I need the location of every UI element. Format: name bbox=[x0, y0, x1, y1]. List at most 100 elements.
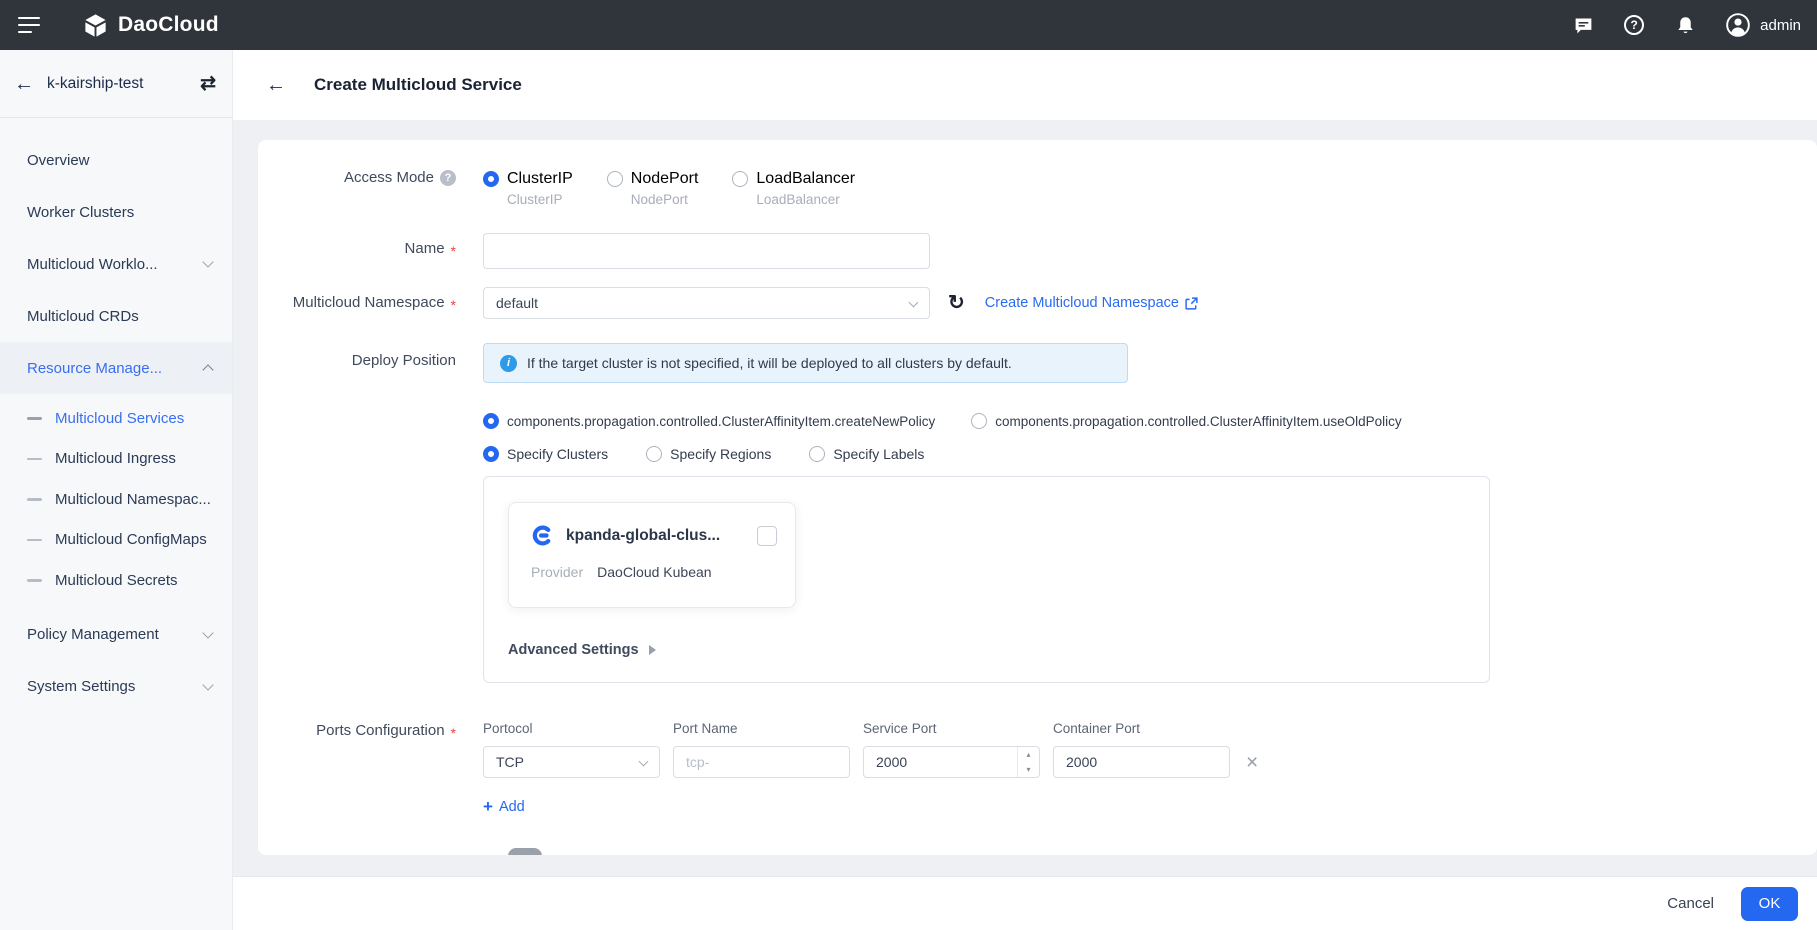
namespace-select[interactable]: default bbox=[483, 287, 930, 319]
sidebar-item-worker-clusters[interactable]: Worker Clusters bbox=[0, 186, 232, 238]
cluster-checkbox[interactable] bbox=[757, 526, 777, 546]
deploy-position-label: Deploy Position bbox=[352, 352, 456, 369]
required-asterisk: * bbox=[451, 722, 456, 741]
sidebar-item-multicloud-workloads[interactable]: Multicloud Worklo... bbox=[0, 238, 232, 290]
cluster-name: kpanda-global-clus... bbox=[566, 527, 720, 545]
access-mode-row: Access Mode ? ClusterIP ClusterIP NodePo… bbox=[258, 168, 1817, 207]
chat-icon[interactable] bbox=[1572, 14, 1594, 36]
sidebar-back-icon[interactable]: ← bbox=[14, 74, 34, 94]
dash-icon bbox=[27, 417, 42, 420]
service-port-column-header: Service Port bbox=[863, 721, 1053, 736]
hamburger-menu-icon[interactable] bbox=[18, 17, 40, 33]
radio-icon bbox=[483, 413, 499, 429]
dash-icon bbox=[27, 458, 42, 461]
external-link-icon bbox=[1185, 297, 1198, 310]
specify-regions-option[interactable]: Specify Regions bbox=[646, 446, 771, 462]
policy-option-use-old[interactable]: components.propagation.controlled.Cluste… bbox=[971, 413, 1401, 429]
question-icon[interactable]: ? bbox=[440, 170, 456, 186]
brand-name: DaoCloud bbox=[118, 13, 219, 37]
create-namespace-link[interactable]: Create Multicloud Namespace bbox=[985, 295, 1198, 311]
user-menu[interactable]: admin bbox=[1725, 12, 1801, 38]
required-asterisk: * bbox=[451, 240, 456, 259]
dash-icon bbox=[27, 498, 42, 501]
cluster-card-kpanda-global[interactable]: kpanda-global-clus... Provider DaoCloud … bbox=[508, 502, 796, 608]
policy-option-create-new[interactable]: components.propagation.controlled.Cluste… bbox=[483, 413, 935, 429]
main-area: ← Create Multicloud Service Access Mode … bbox=[233, 50, 1817, 930]
sidebar-item-policy-management[interactable]: Policy Management bbox=[0, 609, 232, 661]
specify-clusters-option[interactable]: Specify Clusters bbox=[483, 446, 608, 462]
brand-logo[interactable]: DaoCloud bbox=[82, 12, 219, 39]
page-title: Create Multicloud Service bbox=[314, 75, 522, 95]
session-affinity-toggle[interactable] bbox=[508, 848, 542, 855]
switch-cluster-icon[interactable]: ⇄ bbox=[200, 72, 216, 95]
form-footer: Cancel OK bbox=[233, 877, 1817, 930]
chevron-down-icon bbox=[202, 679, 213, 690]
access-mode-option-loadbalancer[interactable]: LoadBalancer LoadBalancer bbox=[732, 170, 855, 207]
sidebar-item-multicloud-crds[interactable]: Multicloud CRDs bbox=[0, 290, 232, 342]
dash-icon bbox=[27, 579, 42, 582]
sidebar-item-multicloud-services[interactable]: Multicloud Services bbox=[0, 398, 232, 439]
radio-icon bbox=[483, 171, 499, 187]
cluster-icon bbox=[531, 524, 554, 547]
radio-icon bbox=[483, 446, 499, 462]
advanced-settings-toggle[interactable]: Advanced Settings bbox=[508, 642, 656, 658]
protocol-select[interactable]: TCP bbox=[483, 746, 660, 778]
chevron-down-icon bbox=[202, 627, 213, 638]
radio-icon bbox=[732, 171, 748, 187]
notifications-bell-icon[interactable] bbox=[1674, 14, 1696, 36]
deploy-info-alert: i If the target cluster is not specified… bbox=[483, 343, 1128, 383]
ports-configuration-row: Ports Configuration * Portocol Port Name… bbox=[258, 721, 1817, 815]
name-row: Name * bbox=[258, 233, 1817, 269]
radio-icon bbox=[646, 446, 662, 462]
current-cluster-name: k-kairship-test bbox=[47, 75, 200, 93]
sidebar-item-multicloud-namespaces[interactable]: Multicloud Namespac... bbox=[0, 479, 232, 520]
port-name-column-header: Port Name bbox=[673, 721, 863, 736]
chevron-down-icon bbox=[639, 757, 649, 767]
deploy-alert-text: If the target cluster is not specified, … bbox=[527, 355, 1012, 371]
radio-icon bbox=[607, 171, 623, 187]
sidebar-item-overview[interactable]: Overview bbox=[0, 134, 232, 186]
chevron-down-icon bbox=[202, 256, 213, 267]
info-icon: i bbox=[500, 355, 517, 372]
radio-icon bbox=[809, 446, 825, 462]
refresh-icon[interactable]: ↻ bbox=[948, 293, 965, 313]
spinner-up-icon[interactable]: ▴ bbox=[1018, 747, 1039, 762]
add-port-button[interactable]: + Add bbox=[483, 798, 1258, 815]
sidebar-item-multicloud-configmaps[interactable]: Multicloud ConfigMaps bbox=[0, 520, 232, 561]
service-port-input[interactable] bbox=[863, 746, 1040, 778]
sidebar-item-multicloud-ingress[interactable]: Multicloud Ingress bbox=[0, 439, 232, 480]
port-name-input[interactable] bbox=[673, 746, 850, 778]
sidebar-item-system-settings[interactable]: System Settings bbox=[0, 661, 232, 713]
page-back-icon[interactable]: ← bbox=[266, 75, 286, 95]
create-service-form: Access Mode ? ClusterIP ClusterIP NodePo… bbox=[258, 140, 1817, 855]
spinner-down-icon[interactable]: ▾ bbox=[1018, 762, 1039, 777]
access-mode-label: Access Mode bbox=[344, 169, 434, 186]
page-header: ← Create Multicloud Service bbox=[233, 50, 1817, 120]
specify-labels-option[interactable]: Specify Labels bbox=[809, 446, 924, 462]
top-navbar: DaoCloud ? admin bbox=[0, 0, 1817, 50]
name-input[interactable] bbox=[483, 233, 930, 269]
access-mode-option-clusterip[interactable]: ClusterIP ClusterIP bbox=[483, 170, 573, 207]
plus-icon: + bbox=[483, 798, 493, 815]
container-port-input[interactable] bbox=[1053, 746, 1230, 778]
sidebar-menu: Overview Worker Clusters Multicloud Work… bbox=[0, 118, 232, 713]
ports-configuration-label: Ports Configuration bbox=[316, 722, 444, 739]
radio-icon bbox=[971, 413, 987, 429]
sidebar-header: ← k-kairship-test ⇄ bbox=[0, 50, 232, 118]
deploy-position-row: Deploy Position i If the target cluster … bbox=[258, 343, 1817, 683]
ok-button[interactable]: OK bbox=[1741, 887, 1798, 921]
cancel-button[interactable]: Cancel bbox=[1667, 895, 1714, 912]
provider-value: DaoCloud Kubean bbox=[597, 564, 711, 580]
namespace-row: Multicloud Namespace * default ↻ Create … bbox=[258, 287, 1817, 319]
dash-icon bbox=[27, 539, 42, 542]
sidebar-item-multicloud-secrets[interactable]: Multicloud Secrets bbox=[0, 560, 232, 601]
remove-port-row-icon[interactable]: × bbox=[1246, 752, 1258, 773]
sidebar-item-resource-management[interactable]: Resource Manage... bbox=[0, 342, 232, 394]
username: admin bbox=[1760, 17, 1801, 34]
access-mode-option-nodeport[interactable]: NodePort NodePort bbox=[607, 170, 699, 207]
cluster-selection-panel: kpanda-global-clus... Provider DaoCloud … bbox=[483, 476, 1490, 683]
name-label: Name bbox=[405, 240, 445, 257]
help-icon[interactable]: ? bbox=[1623, 14, 1645, 36]
daocloud-cube-icon bbox=[82, 12, 109, 39]
chevron-down-icon bbox=[909, 298, 919, 308]
